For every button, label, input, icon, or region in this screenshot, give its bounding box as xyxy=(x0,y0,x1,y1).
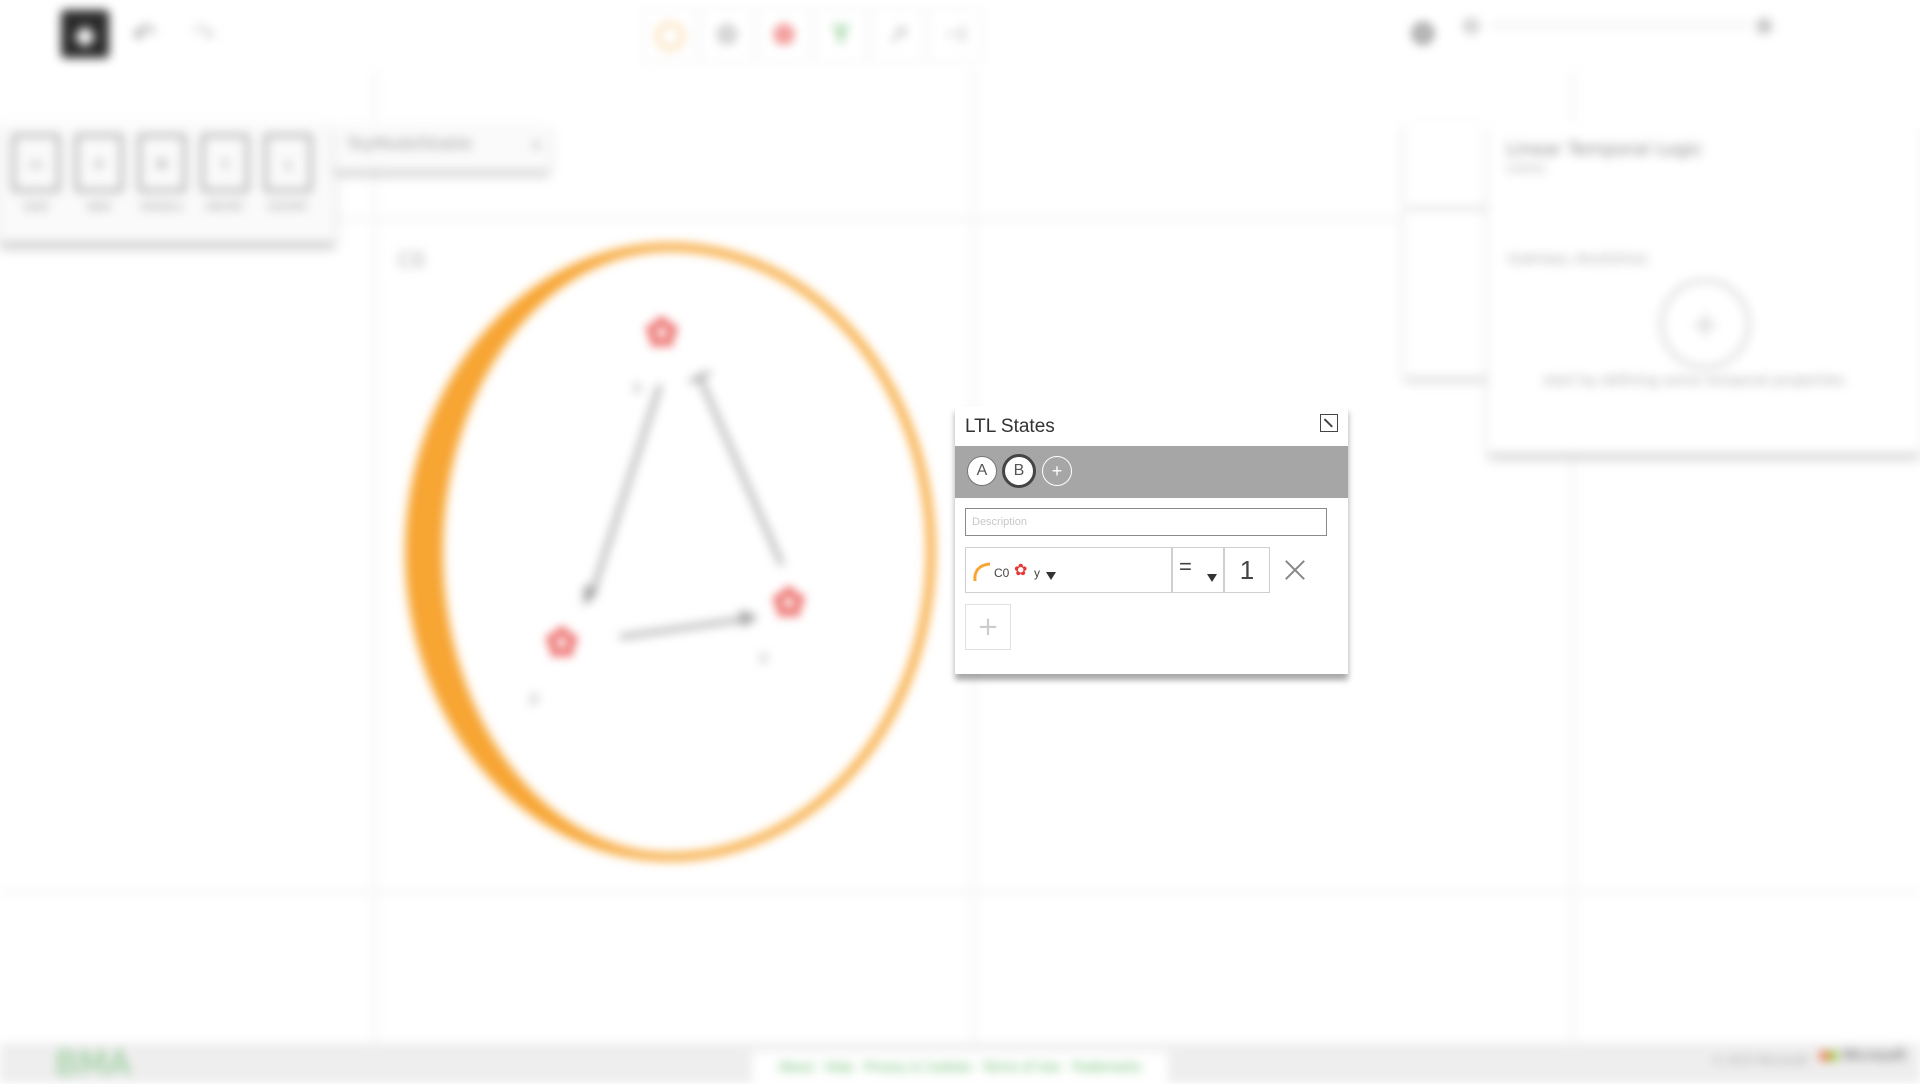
variable-select[interactable]: C0 ✿ y xyxy=(965,547,1172,593)
plus-icon: + xyxy=(1051,460,1063,481)
remove-expression-icon[interactable] xyxy=(1280,555,1310,585)
add-expression-button[interactable]: + xyxy=(965,604,1011,650)
microsoft-logo: Microsoft xyxy=(1820,1048,1906,1064)
empty-hint: start by defining some temporal properti… xyxy=(1543,373,1845,389)
arrow-y-to-z xyxy=(619,616,753,639)
variable-name: y xyxy=(1034,566,1040,580)
expand-icon[interactable] xyxy=(1320,414,1338,432)
chevron-down-icon xyxy=(1046,572,1056,580)
arrow-z-to-x xyxy=(698,377,784,566)
state-b-button[interactable]: B xyxy=(1002,454,1036,488)
ltl-panel-title: Linear Temporal Logic xyxy=(1506,139,1703,160)
description-input[interactable] xyxy=(965,508,1327,536)
footer-links[interactable]: About · Help · Privacy & Cookies · Terms… xyxy=(752,1051,1168,1083)
chevron-down-icon xyxy=(1207,574,1217,582)
cell-icon xyxy=(973,562,991,582)
plus-icon: + xyxy=(977,612,999,642)
operator-select[interactable]: = xyxy=(1172,547,1224,593)
state-a-label: A xyxy=(976,462,988,479)
state-b-label: B xyxy=(1013,462,1025,479)
container-name: C0 xyxy=(994,566,1010,580)
tab-ltl[interactable] xyxy=(1404,123,1488,207)
add-property-button[interactable]: + xyxy=(1660,279,1750,369)
copyright: © 2015 Microsoft xyxy=(1712,1054,1809,1067)
tab-simulation[interactable] xyxy=(1404,210,1488,294)
state-a-button[interactable]: A xyxy=(967,456,997,486)
variable-icon: ✿ xyxy=(1014,560,1028,579)
value-input[interactable]: 1 xyxy=(1224,547,1270,593)
popup-title: LTL States xyxy=(965,416,1055,437)
ltl-states-popup: LTL States A B + C0 ✿ y = 1 + xyxy=(955,406,1348,674)
bma-logo: BMA xyxy=(55,1044,131,1084)
arrow-head xyxy=(740,610,758,627)
add-state-button[interactable]: + xyxy=(1042,456,1072,486)
microsoft-brand: Microsoft xyxy=(1842,1048,1907,1064)
tab-proof[interactable] xyxy=(1404,293,1488,377)
arrow-x-to-y xyxy=(588,384,662,601)
state-bar: A B + xyxy=(955,446,1348,498)
temporal-properties-heading: TEMPORAL PROPERTIES xyxy=(1506,253,1648,267)
ltl-panel-subtitle: STATES xyxy=(1506,163,1547,176)
operator-value: = xyxy=(1179,554,1192,579)
